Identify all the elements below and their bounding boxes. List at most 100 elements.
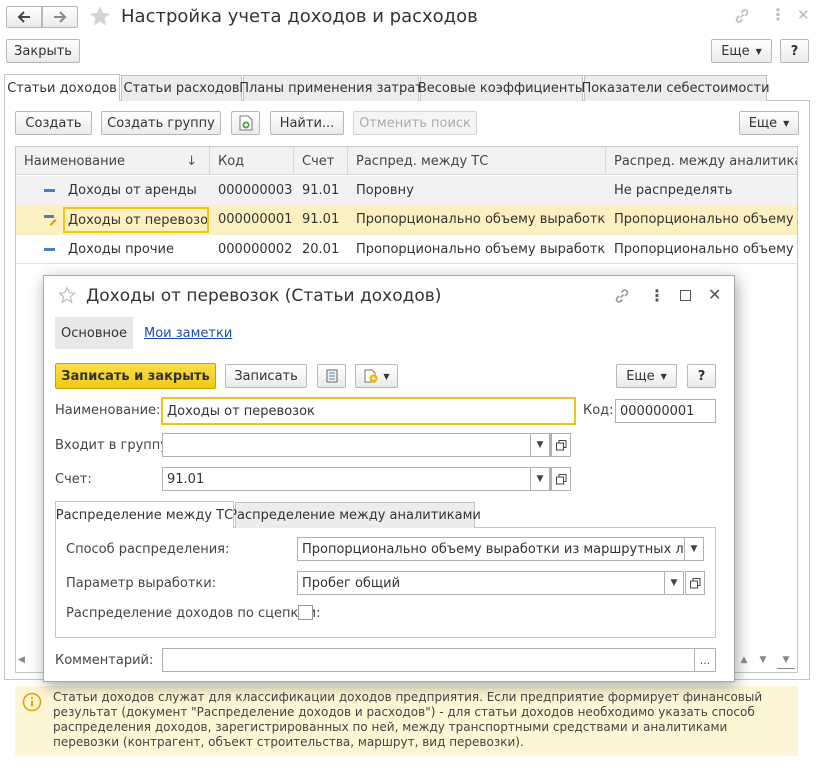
row-account: 91.01 <box>302 183 340 198</box>
code-label: Код: <box>583 403 614 418</box>
close-window-icon[interactable]: ✕ <box>797 6 810 24</box>
open-form-icon <box>555 439 567 451</box>
account-input[interactable]: 91.01 <box>162 467 551 491</box>
param-open-button[interactable] <box>685 571 705 595</box>
create-button[interactable]: Создать <box>15 111 92 135</box>
tab-cost-plans[interactable]: Планы применения затрат <box>239 75 423 101</box>
dropdown-arrow-icon: ▼ <box>536 474 544 484</box>
info-icon <box>22 692 42 712</box>
group-dropdown-button[interactable]: ▼ <box>530 433 550 457</box>
link-icon[interactable] <box>614 288 630 304</box>
group-open-button[interactable] <box>551 433 571 457</box>
column-header-code[interactable]: Код <box>210 147 294 175</box>
save-and-close-button[interactable]: Записать и закрыть <box>55 363 216 389</box>
column-header-name[interactable]: Наименование ↓ <box>16 147 210 175</box>
cancel-search-button[interactable]: Отменить поиск <box>353 111 477 135</box>
row-dist-ts: Поровну <box>356 183 414 198</box>
dialog-more-label: Еще <box>626 368 655 384</box>
sort-arrow-icon: ↓ <box>186 153 197 169</box>
group-label: Входит в группу: <box>55 438 173 453</box>
row-dist-analytics: Не распределять <box>614 183 733 198</box>
item-edit-marker-icon <box>43 212 57 226</box>
dropdown-arrow-icon: ▼ <box>670 578 678 588</box>
column-header-name-label: Наименование <box>24 153 126 169</box>
list-more-button[interactable]: Еще ▼ <box>739 111 799 135</box>
save-button[interactable]: Записать <box>225 364 307 388</box>
more-actions-icon[interactable]: ⋮ <box>770 6 786 24</box>
tab-income-items[interactable]: Статьи доходов <box>4 74 120 101</box>
row-code: 000000002 <box>218 242 293 257</box>
comment-expand-button[interactable]: ... <box>694 648 716 672</box>
comment-input[interactable] <box>162 648 695 672</box>
param-dropdown-button[interactable]: ▼ <box>664 571 684 595</box>
column-header-dist-ts[interactable]: Распред. между ТС <box>348 147 606 175</box>
copy-button[interactable] <box>231 111 260 135</box>
create-based-on-button[interactable]: ▼ <box>355 364 398 388</box>
method-label: Способ распределения: <box>66 542 230 557</box>
report-button[interactable] <box>317 364 346 388</box>
tab-distribution-ts[interactable]: Распределение между ТС <box>55 501 234 528</box>
tab-expense-items[interactable]: Статьи расходов <box>121 75 242 101</box>
param-input[interactable]: Пробег общий <box>297 571 666 595</box>
window-help-button[interactable]: ? <box>780 39 809 63</box>
row-name[interactable]: Доходы от перевозок <box>63 207 209 233</box>
info-panel: Статьи доходов служат для классификации … <box>15 686 798 756</box>
nav-my-notes[interactable]: Мои заметки <box>144 326 232 341</box>
coupling-checkbox[interactable] <box>298 605 313 620</box>
row-account: 20.01 <box>302 242 340 257</box>
create-based-on-icon <box>363 368 379 384</box>
method-select[interactable]: Пропорционально объему выработки из марш… <box>297 537 687 561</box>
item-marker-icon <box>44 248 55 251</box>
account-open-button[interactable] <box>551 467 571 491</box>
forward-button[interactable] <box>42 6 78 28</box>
account-dropdown-button[interactable]: ▼ <box>530 467 550 491</box>
back-button[interactable] <box>6 6 42 28</box>
account-label: Счет: <box>55 472 92 487</box>
group-input[interactable] <box>162 433 551 457</box>
dropdown-arrow-icon: ▼ <box>536 440 544 450</box>
link-icon[interactable] <box>734 8 750 24</box>
open-form-icon <box>555 473 567 485</box>
dropdown-arrow-icon: ▼ <box>383 371 390 381</box>
tab-cost-indicators[interactable]: Показатели себестоимости <box>581 75 770 101</box>
maximize-icon[interactable] <box>680 290 691 301</box>
nav-main[interactable]: Основное <box>55 317 133 349</box>
arrow-left-icon <box>17 11 31 23</box>
window-more-button[interactable]: Еще ▼ <box>711 39 772 63</box>
param-label: Параметр выработки: <box>66 576 217 591</box>
scroll-left-icon[interactable]: ◀ <box>18 655 25 665</box>
scroll-down-icon[interactable]: ▼ <box>755 655 771 669</box>
row-dist-ts: Пропорционально объему выработки ... <box>356 242 606 257</box>
coupling-label: Распределение доходов по сцепкам: <box>66 606 321 621</box>
open-form-icon <box>689 577 701 589</box>
code-input[interactable]: 000000001 <box>615 399 716 423</box>
create-group-button[interactable]: Создать группу <box>101 111 221 135</box>
scroll-top-icon[interactable]: ▲ <box>736 655 752 669</box>
name-input[interactable]: Доходы от перевозок <box>161 397 576 425</box>
close-button[interactable]: Закрыть <box>6 39 80 63</box>
tab-weight-coefficients[interactable]: Весовые коэффициенты <box>418 75 585 101</box>
row-name: Доходы от аренды <box>68 183 197 198</box>
column-header-account[interactable]: Счет <box>294 147 348 175</box>
close-dialog-icon[interactable]: ✕ <box>708 285 721 304</box>
dropdown-arrow-icon: ▼ <box>783 118 790 128</box>
dialog-more-button[interactable]: Еще ▼ <box>616 364 677 388</box>
dialog-help-button[interactable]: ? <box>687 364 716 388</box>
row-dist-analytics: Пропорционально объему ... <box>614 212 797 227</box>
favorite-star-icon[interactable] <box>88 4 112 28</box>
name-label: Наименование: <box>55 403 161 418</box>
info-text: Статьи доходов служат для классификации … <box>53 690 763 749</box>
method-dropdown-button[interactable]: ▼ <box>684 537 704 561</box>
scroll-bottom-icon[interactable]: ▼ <box>777 655 795 669</box>
dialog-title: Доходы от перевозок (Статьи доходов) <box>86 286 442 306</box>
row-name: Доходы прочие <box>68 242 174 257</box>
find-button[interactable]: Найти... <box>270 111 344 135</box>
favorite-star-icon[interactable] <box>58 286 76 304</box>
row-code: 000000001 <box>218 212 293 227</box>
row-dist-ts: Пропорционально объему выработки ... <box>356 212 606 227</box>
tab-distribution-analytics[interactable]: Распределение между аналитиками <box>229 502 481 528</box>
dropdown-arrow-icon: ▼ <box>755 46 762 56</box>
more-actions-icon[interactable]: ⋮ <box>649 286 665 305</box>
column-header-dist-analytics[interactable]: Распред. между аналитиками <box>606 147 797 175</box>
row-code: 000000003 <box>218 183 293 198</box>
